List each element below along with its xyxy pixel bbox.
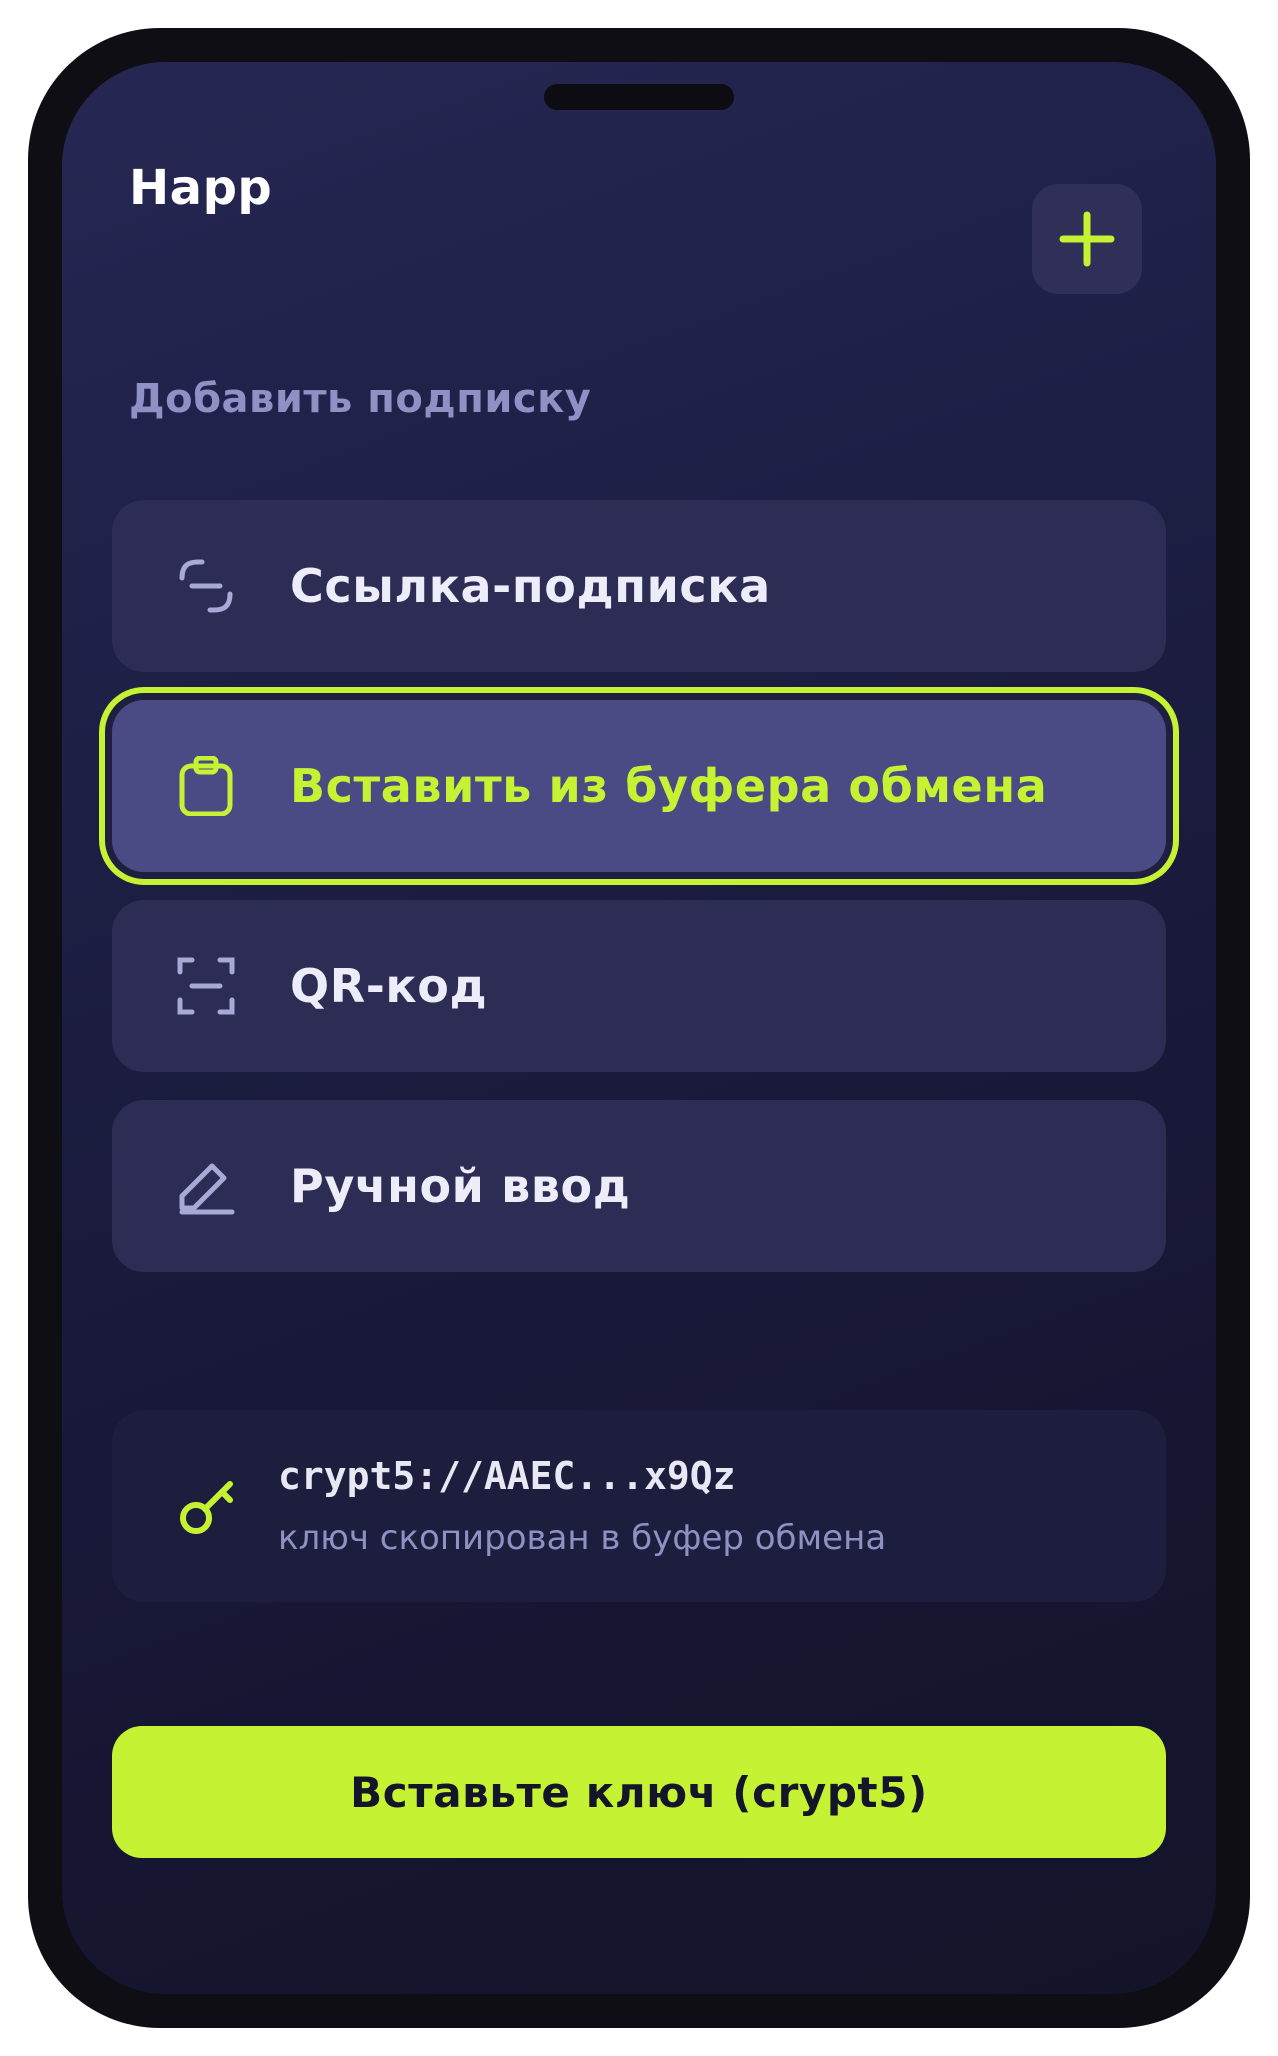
qr-scan-icon <box>177 957 235 1015</box>
app-title: Happ <box>129 160 273 216</box>
clipboard-icon <box>179 756 233 816</box>
add-button[interactable] <box>1032 184 1142 294</box>
section-title: Добавить подписку <box>129 376 592 422</box>
option-label: QR-код <box>290 959 488 1013</box>
key-status: ключ скопирован в буфер обмена <box>278 1518 887 1558</box>
key-value: crypt5://AAEC...x9Qz <box>278 1454 736 1498</box>
option-label: Ссылка-подписка <box>290 559 771 613</box>
option-paste-from-clipboard[interactable]: Вставить из буфера обмена <box>112 700 1166 872</box>
key-icon <box>180 1481 233 1534</box>
option-label: Ручной ввод <box>290 1159 631 1213</box>
paste-key-button[interactable]: Вставьте ключ (crypt5) <box>112 1726 1166 1858</box>
camera-notch <box>544 84 734 110</box>
plus-icon <box>1059 211 1115 267</box>
link-icon <box>179 559 233 613</box>
phone-frame: Happ Добавить подписку Ссылка-подписка В… <box>28 28 1250 2028</box>
option-qr-code[interactable]: QR-код <box>112 900 1166 1072</box>
pencil-icon <box>179 1163 235 1215</box>
option-label: Вставить из буфера обмена <box>290 759 1048 813</box>
option-subscription-link[interactable]: Ссылка-подписка <box>112 500 1166 672</box>
copied-key-card: crypt5://AAEC...x9Qz ключ скопирован в б… <box>112 1410 1166 1602</box>
app-screen: Happ Добавить подписку Ссылка-подписка В… <box>62 62 1216 1994</box>
option-manual-input[interactable]: Ручной ввод <box>112 1100 1166 1272</box>
